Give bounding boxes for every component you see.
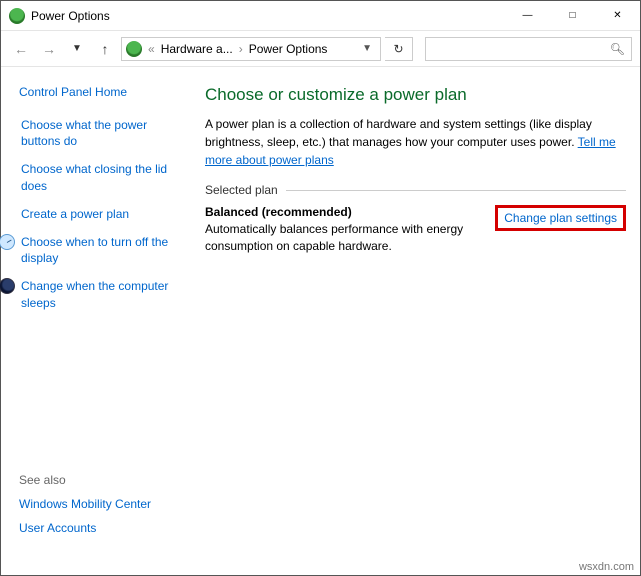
sidebar-item-power-buttons[interactable]: Choose what the power buttons do [19,117,189,149]
main-content: Choose or customize a power plan A power… [201,67,640,557]
search-input[interactable]: 🔍︎ [425,37,632,61]
title-bar: Power Options — □ ✕ [1,1,640,31]
description-text: A power plan is a collection of hardware… [205,117,592,149]
forward-button[interactable]: → [37,37,61,61]
see-also-section: See also Windows Mobility Center User Ac… [19,443,189,545]
see-also-heading: See also [19,473,189,487]
change-plan-settings-link[interactable]: Change plan settings [495,205,626,231]
up-button[interactable]: ↑ [93,37,117,61]
page-heading: Choose or customize a power plan [205,85,626,105]
breadcrumb-level2[interactable]: Power Options [249,42,328,56]
plan-name: Balanced (recommended) [205,205,483,219]
sidebar-item-label: Choose when to turn off the display [21,234,189,266]
see-also-mobility-center[interactable]: Windows Mobility Center [19,497,189,511]
minimize-button[interactable]: — [505,1,550,30]
navigation-bar: ← → ▼ ↑ « Hardware a... › Power Options … [1,31,640,67]
window-controls: — □ ✕ [505,1,640,30]
sidebar-item-label: Change when the computer sleeps [21,278,189,310]
sidebar-item-create-plan[interactable]: Create a power plan [19,206,189,222]
sidebar-item-closing-lid[interactable]: Choose what closing the lid does [19,161,189,193]
section-label: Selected plan [205,183,278,197]
maximize-button[interactable]: □ [550,1,595,30]
sidebar-item-label: Create a power plan [21,206,129,222]
recent-locations-button[interactable]: ▼ [65,37,89,61]
close-button[interactable]: ✕ [595,1,640,30]
plan-row: Balanced (recommended) Automatically bal… [205,205,626,255]
control-panel-home-link[interactable]: Control Panel Home [19,85,189,99]
see-also-user-accounts[interactable]: User Accounts [19,521,189,535]
sidebar: Control Panel Home Choose what the power… [1,67,201,557]
address-bar[interactable]: « Hardware a... › Power Options ▼ [121,37,381,61]
sidebar-task-list: Choose what the power buttons do Choose … [19,117,189,311]
breadcrumb-level1[interactable]: Hardware a... [161,42,233,56]
location-icon [126,41,142,57]
divider [286,190,626,191]
breadcrumb-arrow-icon: › [237,42,245,56]
search-icon: 🔍︎ [610,42,625,56]
address-dropdown-icon[interactable]: ▼ [358,43,376,54]
content-body: Control Panel Home Choose what the power… [1,67,640,557]
plan-description: Automatically balances performance with … [205,221,483,255]
sidebar-item-computer-sleeps[interactable]: Change when the computer sleeps [19,278,189,310]
sidebar-item-label: Choose what closing the lid does [21,161,189,193]
power-options-icon [9,8,25,24]
clock-icon [0,234,15,250]
breadcrumb-sep-icon: « [146,42,157,56]
sidebar-item-label: Choose what the power buttons do [21,117,189,149]
watermark: wsxdn.com [579,561,634,573]
window-title: Power Options [31,9,505,23]
plan-info: Balanced (recommended) Automatically bal… [205,205,483,255]
sidebar-item-turn-off-display[interactable]: Choose when to turn off the display [19,234,189,266]
selected-plan-heading: Selected plan [205,183,626,197]
refresh-button[interactable]: ↻ [385,37,413,61]
page-description: A power plan is a collection of hardware… [205,115,626,169]
moon-icon [0,278,15,294]
back-button[interactable]: ← [9,37,33,61]
